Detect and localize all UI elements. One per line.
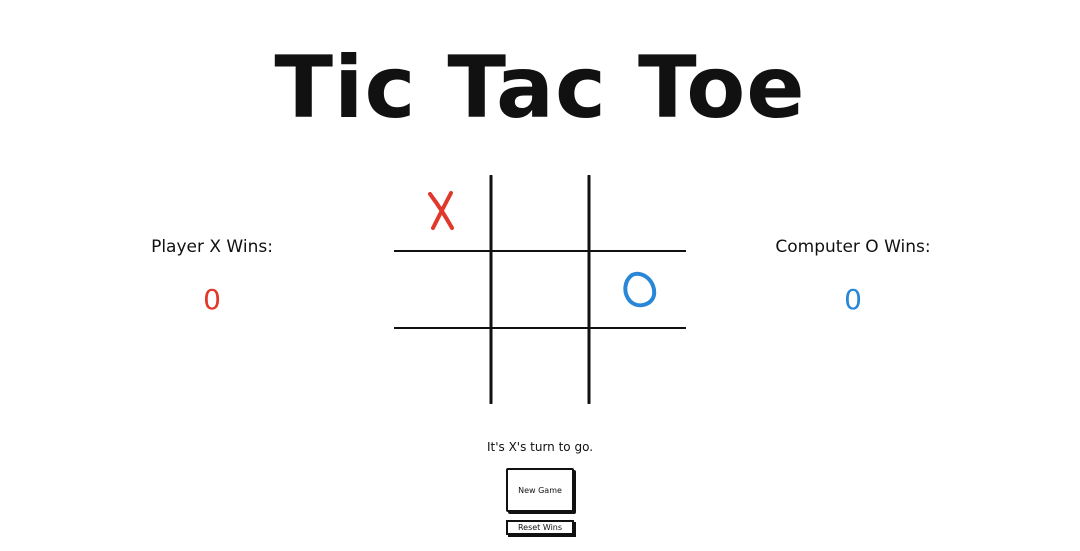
board-cell-0[interactable] — [394, 175, 490, 250]
turn-status: It's X's turn to go. — [486, 440, 594, 454]
player-wins-label: Player X Wins: — [151, 237, 273, 257]
board-cell-6[interactable] — [394, 329, 490, 404]
board-cell-8[interactable] — [590, 329, 687, 404]
computer-wins-label: Computer O Wins: — [775, 237, 931, 257]
board-cell-5[interactable] — [590, 252, 687, 327]
reset-wins-button[interactable]: Reset Wins — [506, 520, 574, 535]
computer-wins-count: 0 — [844, 283, 862, 316]
x-mark-icon — [428, 191, 454, 230]
computer-score-panel: Computer O Wins: 0 — [733, 236, 973, 315]
board-cell-4[interactable] — [492, 252, 588, 327]
player-wins-count: 0 — [203, 283, 221, 316]
game-board — [394, 175, 687, 404]
board-cell-3[interactable] — [394, 252, 490, 327]
board-cell-2[interactable] — [590, 175, 687, 250]
player-score-panel: Player X Wins: 0 — [92, 236, 332, 315]
new-game-button[interactable]: New Game — [506, 468, 574, 512]
page-title: Tic Tac Toe — [274, 38, 806, 138]
o-mark-icon — [623, 271, 657, 308]
board-cell-1[interactable] — [492, 175, 588, 250]
board-cell-7[interactable] — [492, 329, 588, 404]
